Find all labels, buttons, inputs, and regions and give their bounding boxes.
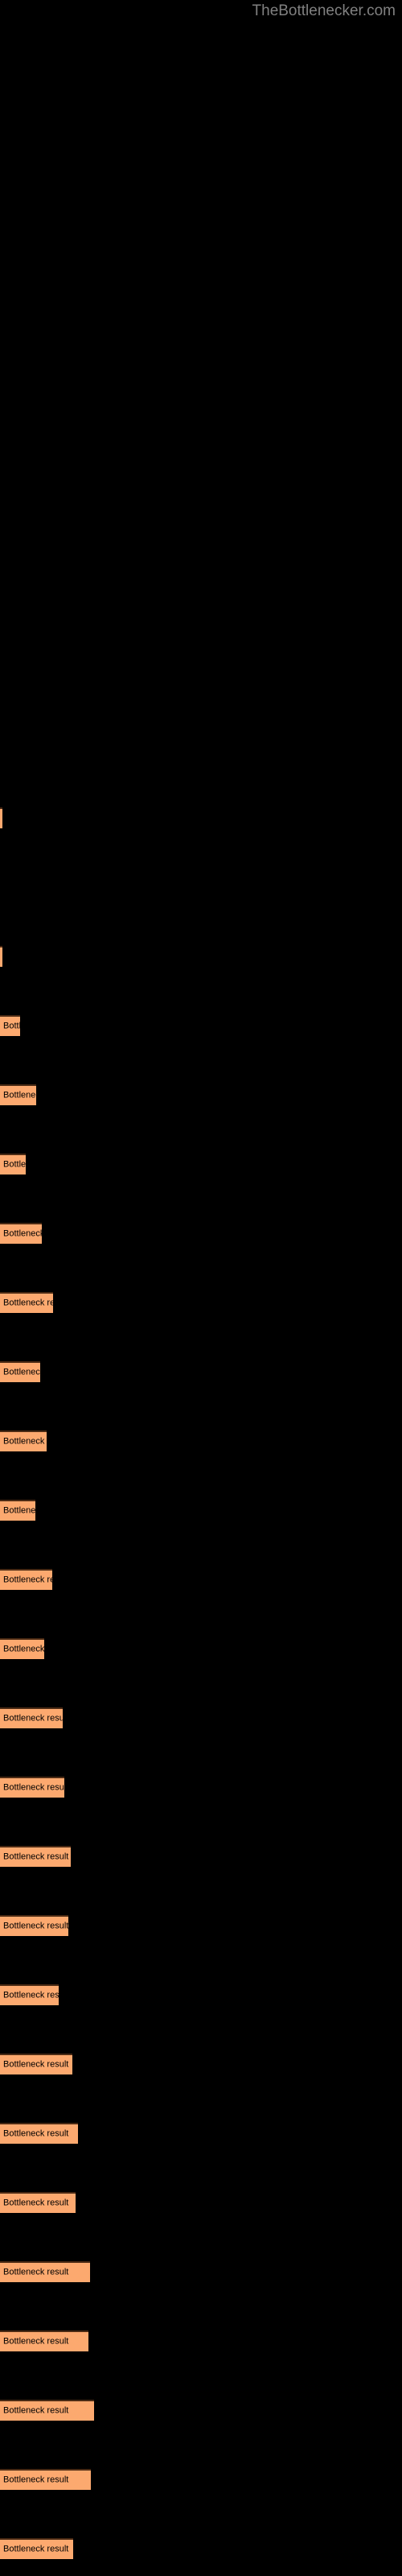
bar-label: Bottleneck result <box>3 1159 26 1170</box>
bar-13[interactable]: Bottleneck result <box>0 1777 64 1798</box>
bar-22[interactable]: Bottleneck result <box>0 2400 94 2421</box>
bar-label: Bottleneck result <box>3 2267 69 2277</box>
bar-label: Bottleneck result <box>3 2059 69 2070</box>
bar-label: Bottleneck result <box>3 2475 69 2485</box>
bar-row: Bottleneck result <box>0 1430 47 1451</box>
bar-label: Bottleneck result <box>3 1436 47 1447</box>
bar-16[interactable]: Bottleneck result <box>0 1984 59 2005</box>
bar-row: Bottleneck result <box>0 946 2 967</box>
bar-6[interactable]: Bottleneck result <box>0 1292 53 1313</box>
bar-label: Bottleneck result <box>3 2128 69 2139</box>
bar-row: Bottleneck result <box>0 1915 68 1936</box>
bar-row: Bottleneck result <box>0 2261 90 2282</box>
bar-7[interactable]: Bottleneck result <box>0 1361 40 1382</box>
bar-label: Bottleneck result <box>3 1782 64 1793</box>
bar-17[interactable]: Bottleneck result <box>0 2054 72 2074</box>
bar-row: Bottleneck result <box>0 1500 35 1521</box>
bar-row: Bottleneck result <box>0 1084 36 1105</box>
bar-14[interactable]: Bottleneck result <box>0 1846 71 1867</box>
bar-row: Bottleneck result <box>0 2054 72 2074</box>
bar-8[interactable]: Bottleneck result <box>0 1430 47 1451</box>
bar-1[interactable]: Bottleneck result <box>0 946 2 967</box>
bottleneck-chart-page: TheBottlenecker.com Bottleneck resultBot… <box>0 0 402 2576</box>
bar-row: Bottleneck result <box>0 2400 94 2421</box>
bar-2[interactable]: Bottleneck result <box>0 1015 20 1036</box>
bar-label: Bottleneck result <box>3 1990 59 2000</box>
bar-label: Bottleneck result <box>3 1505 35 1516</box>
bar-20[interactable]: Bottleneck result <box>0 2261 90 2282</box>
bar-4[interactable]: Bottleneck result <box>0 1154 26 1174</box>
bar-19[interactable]: Bottleneck result <box>0 2192 76 2213</box>
bar-row: Bottleneck result <box>0 1846 71 1867</box>
bar-18[interactable]: Bottleneck result <box>0 2123 78 2144</box>
bar-label: Bottleneck result <box>3 1021 20 1031</box>
bar-row: Bottleneck result <box>0 1707 63 1728</box>
bar-11[interactable]: Bottleneck result <box>0 1638 44 1659</box>
bar-21[interactable]: Bottleneck result <box>0 2330 88 2351</box>
bar-label: Bottleneck result <box>3 1090 36 1100</box>
bar-label: Bottleneck result <box>3 1921 68 1931</box>
bar-row: Bottleneck result <box>0 1984 59 2005</box>
bar-label: Bottleneck result <box>3 2405 69 2416</box>
bar-label: Bottleneck result <box>3 1298 53 1308</box>
bar-label: Bottleneck result <box>3 1713 63 1724</box>
bar-9[interactable]: Bottleneck result <box>0 1500 35 1521</box>
bar-label: Bottleneck result <box>3 2336 69 2347</box>
bar-row: Bottleneck result <box>0 1361 40 1382</box>
bar-23[interactable]: Bottleneck result <box>0 2469 91 2490</box>
bar-row: Bottleneck result <box>0 1777 64 1798</box>
bar-row: Bottleneck result <box>0 807 2 828</box>
bar-row: Bottleneck result <box>0 1223 42 1244</box>
bar-label: Bottleneck result <box>3 1228 42 1239</box>
bar-row: Bottleneck result <box>0 1015 20 1036</box>
bar-row: Bottleneck result <box>0 1638 44 1659</box>
bar-row: Bottleneck result <box>0 1569 52 1590</box>
bar-label: Bottleneck result <box>3 1852 69 1862</box>
bar-3[interactable]: Bottleneck result <box>0 1084 36 1105</box>
bar-label: Bottleneck result <box>3 2198 69 2208</box>
bar-10[interactable]: Bottleneck result <box>0 1569 52 1590</box>
bar-5[interactable]: Bottleneck result <box>0 1223 42 1244</box>
bar-row: Bottleneck result <box>0 1292 53 1313</box>
bar-label: Bottleneck result <box>3 1575 52 1585</box>
bar-label: Bottleneck result <box>3 1644 44 1654</box>
bar-row: Bottleneck result <box>0 2123 78 2144</box>
bar-row: Bottleneck result <box>0 2330 88 2351</box>
bar-24[interactable]: Bottleneck result <box>0 2538 73 2559</box>
bar-row: Bottleneck result <box>0 1154 26 1174</box>
bar-label: Bottleneck result <box>3 2544 69 2554</box>
bar-row: Bottleneck result <box>0 2192 76 2213</box>
bar-0[interactable]: Bottleneck result <box>0 807 2 828</box>
bar-chart: Bottleneck result Bottleneck result Bottle… <box>0 0 402 2576</box>
bar-15[interactable]: Bottleneck result <box>0 1915 68 1936</box>
bar-12[interactable]: Bottleneck result <box>0 1707 63 1728</box>
bar-row: Bottleneck result <box>0 2469 91 2490</box>
bar-label: Bottleneck result <box>3 1367 40 1377</box>
bar-row: Bottleneck result <box>0 2538 73 2559</box>
